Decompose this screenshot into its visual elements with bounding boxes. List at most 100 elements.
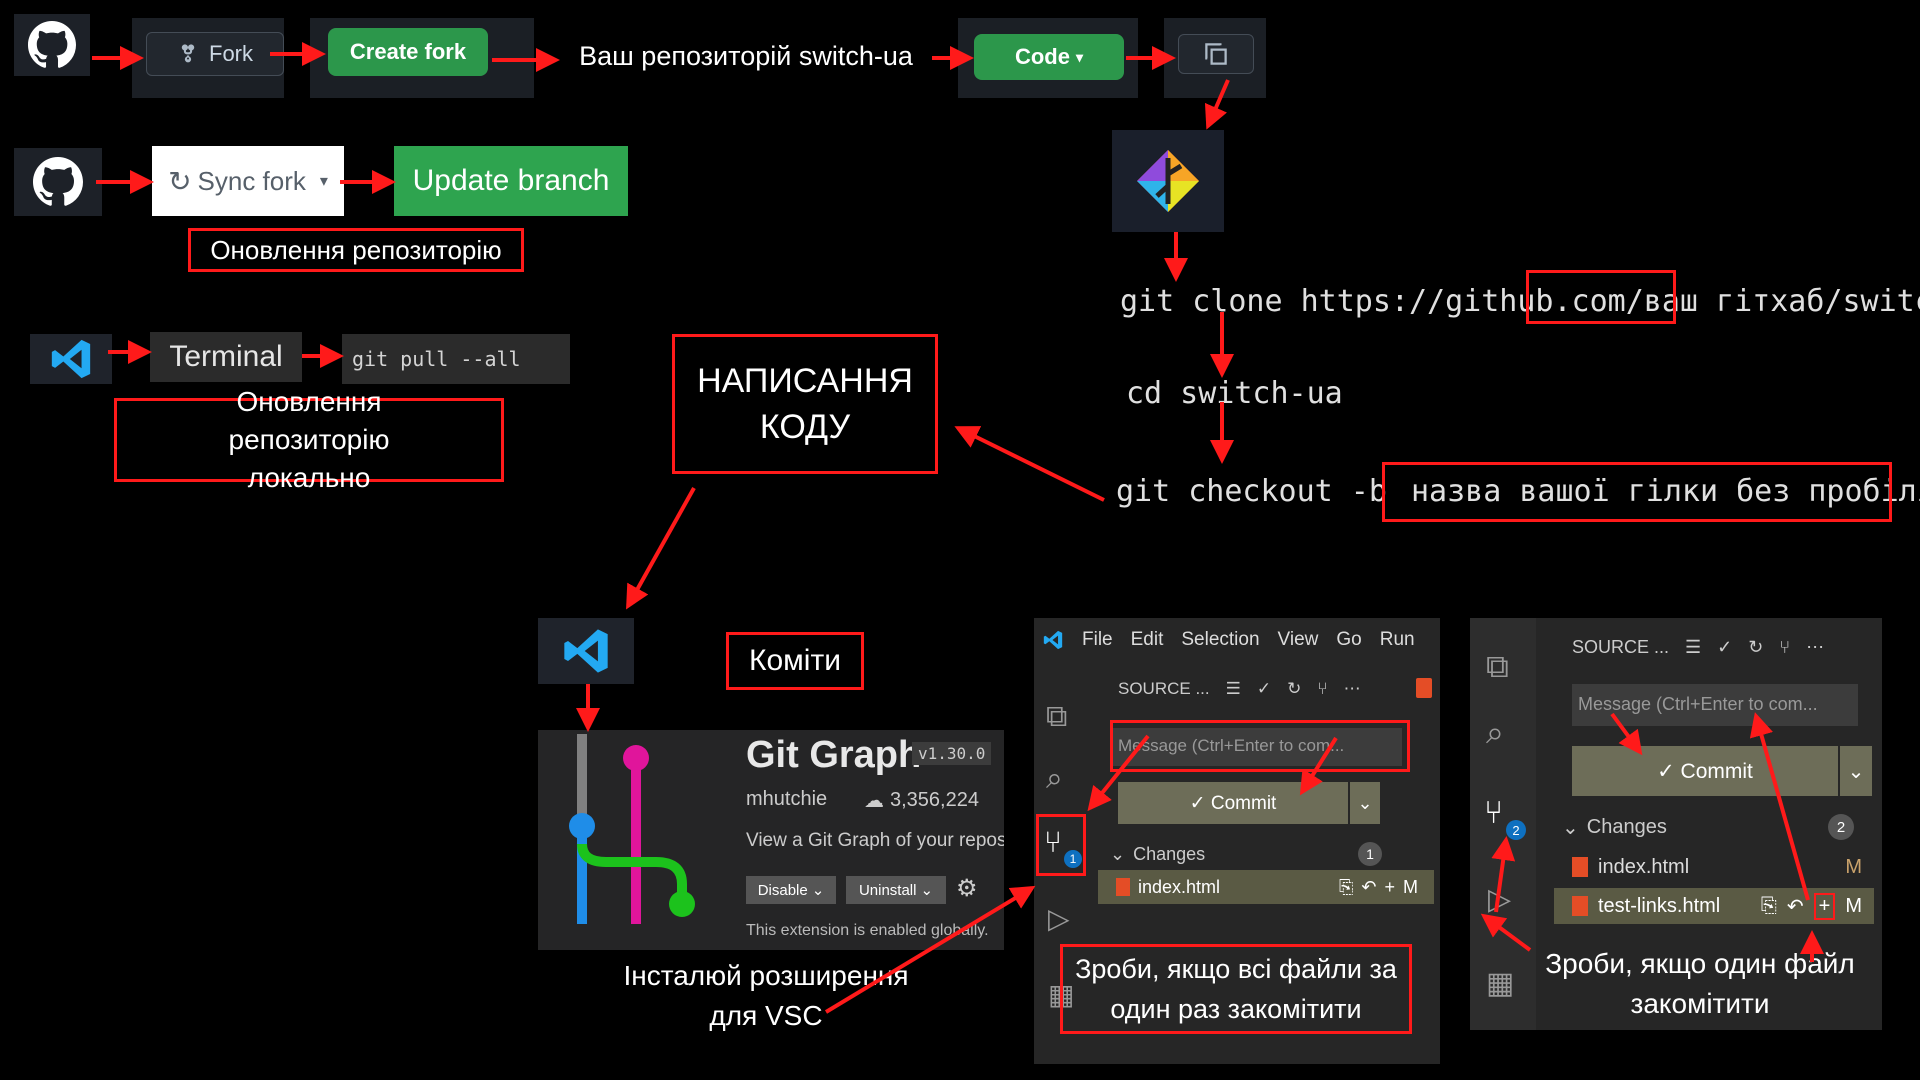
file-status: M — [1845, 855, 1862, 878]
cloud-download-icon: ☁ — [864, 790, 884, 812]
copy-icon — [1205, 43, 1227, 65]
extension-version: v1.30.0 — [912, 742, 992, 765]
source-control-title: SOURCE ... — [1118, 679, 1210, 698]
create-fork-button[interactable]: Create fork — [328, 28, 488, 76]
branch-name-highlight — [1382, 462, 1892, 522]
commit-message-input[interactable]: Message (Ctrl+Enter to com... — [1572, 684, 1858, 726]
update-repo-local-caption: Оновлення репозиторію локально — [114, 386, 504, 493]
update-repo-caption: Оновлення репозиторію — [188, 228, 524, 272]
extension-author: mhutchie — [746, 788, 828, 810]
extension-description: View a Git Graph of your reposi — [746, 830, 1004, 851]
disable-button[interactable]: Disable ⌄ — [746, 876, 836, 904]
explorer-icon[interactable]: ⧉ — [1486, 648, 1509, 686]
discard-icon[interactable]: ↶ — [1787, 894, 1804, 919]
menu-go[interactable]: Go — [1336, 629, 1361, 651]
extensions-icon[interactable]: ▦ — [1486, 966, 1514, 1001]
refresh-icon[interactable]: ↻ — [1287, 679, 1301, 699]
install-extension-caption: Інсталюй розширення для VSC — [623, 960, 909, 1031]
source-control-icon[interactable]: ⑂ — [1484, 794, 1503, 831]
menu-selection[interactable]: Selection — [1181, 629, 1259, 651]
update-branch-button[interactable]: Update branch — [394, 146, 628, 216]
uninstall-button[interactable]: Uninstall ⌄ — [846, 876, 946, 904]
commit-dropdown-icon[interactable]: ⌄ — [1350, 782, 1380, 824]
github-logo-tile-2 — [14, 148, 102, 216]
commit-one-caption: Зроби, якщо один файл закомітити — [1545, 948, 1855, 1019]
changes-label: Changes — [1586, 815, 1667, 838]
more-icon[interactable]: ⋯ — [1344, 679, 1361, 699]
file-row-index[interactable]: index.html M — [1554, 850, 1874, 884]
search-icon[interactable]: ⌕ — [1486, 714, 1504, 752]
arrow — [626, 487, 696, 610]
installs-count: 3,356,224 — [890, 789, 979, 811]
commits-label: Коміти — [726, 632, 864, 690]
html5-icon — [1572, 857, 1588, 877]
file-status: M — [1845, 894, 1862, 917]
fork-button[interactable]: Fork — [146, 32, 284, 76]
run-debug-icon[interactable]: ▷ — [1488, 882, 1511, 917]
open-file-icon[interactable]: ⎘ — [1339, 877, 1353, 898]
caret-down-icon: ▾ — [319, 173, 328, 190]
html5-icon — [1572, 896, 1588, 916]
commit-button[interactable]: ✓ Commit — [1572, 746, 1838, 796]
extension-title: Git Graph — [746, 734, 922, 776]
git-pull-text: git pull --all — [352, 347, 521, 371]
menu-file[interactable]: File — [1082, 629, 1113, 651]
fork-icon — [181, 44, 195, 63]
code-button[interactable]: Code ▾ — [974, 34, 1124, 80]
changes-header[interactable]: ⌄ Changes — [1562, 812, 1862, 842]
cd-command: cd switch-ua — [1126, 376, 1343, 411]
file-row-test-links[interactable]: test-links.html ⎘ ↶ + M — [1554, 888, 1874, 924]
git-logo-tile — [1112, 130, 1224, 232]
html5-icon — [1416, 678, 1432, 698]
check-icon[interactable]: ✓ — [1717, 637, 1732, 658]
check-icon[interactable]: ✓ — [1257, 679, 1271, 699]
git-clone-command: git clone https://github.com/ваш гітхаб/… — [1120, 284, 1920, 332]
git-app-icon — [1137, 150, 1199, 212]
stage-plus-icon[interactable]: + — [1813, 892, 1836, 920]
extension-installs: ☁ 3,356,224 — [864, 788, 979, 813]
menu-run[interactable]: Run — [1380, 629, 1415, 651]
changes-count-badge: 2 — [1828, 814, 1854, 840]
git-graph-logo-icon — [569, 734, 695, 924]
source-control-header: SOURCE ... ☰ ✓ ↻ ⑂ ⋯ — [1118, 674, 1418, 704]
copy-button[interactable] — [1178, 34, 1254, 74]
repo-text: Ваш репозиторій switch-ua — [579, 40, 913, 71]
discard-icon[interactable]: ↶ — [1361, 877, 1376, 898]
chevron-down-icon: ⌄ — [1110, 843, 1126, 864]
git-graph-extension-card: Git Graph v1.30.0 mhutchie ☁ 3,356,224 V… — [538, 730, 1004, 950]
arrow — [954, 426, 1105, 502]
extension-status: This extension is enabled globally. — [746, 922, 989, 939]
source-control-title: SOURCE ... — [1572, 636, 1670, 657]
github-icon — [28, 21, 76, 68]
search-icon[interactable]: ⌕ — [1046, 762, 1063, 796]
more-icon[interactable]: ⋯ — [1806, 637, 1824, 658]
menu-edit[interactable]: Edit — [1131, 629, 1164, 651]
code-label: Code — [1014, 44, 1070, 69]
vscode-logo-tile-2 — [538, 618, 634, 684]
disable-label: Disable — [757, 881, 808, 899]
gear-icon[interactable]: ⚙ — [956, 874, 978, 903]
terminal-tab[interactable]: Terminal — [150, 332, 302, 382]
branch-icon[interactable]: ⑂ — [1779, 637, 1790, 658]
view-as-tree-icon[interactable]: ☰ — [1226, 679, 1241, 699]
message-highlight — [1110, 720, 1410, 772]
open-file-icon[interactable]: ⎘ — [1761, 895, 1777, 918]
html5-icon — [1116, 878, 1130, 896]
file-name: index.html — [1138, 876, 1221, 897]
commit-dropdown-icon[interactable]: ⌄ — [1840, 746, 1872, 796]
commit-button[interactable]: ✓ Commit — [1118, 782, 1348, 824]
explorer-icon[interactable]: ⧉ — [1046, 700, 1067, 734]
sync-fork-button[interactable]: ↻ Sync fork ▾ — [152, 146, 344, 216]
stage-plus-icon[interactable]: + — [1384, 877, 1395, 898]
file-status: M — [1403, 876, 1418, 897]
file-name: index.html — [1598, 855, 1690, 878]
file-name: test-links.html — [1598, 894, 1721, 917]
view-as-tree-icon[interactable]: ☰ — [1685, 637, 1701, 658]
branch-icon[interactable]: ⑂ — [1317, 679, 1327, 699]
file-row-index[interactable]: index.html ⎘ ↶ + M — [1098, 870, 1434, 904]
menu-view[interactable]: View — [1278, 629, 1319, 651]
github-user-highlight — [1526, 270, 1676, 324]
run-debug-icon[interactable]: ▷ — [1048, 902, 1070, 935]
refresh-icon[interactable]: ↻ — [1748, 637, 1763, 658]
commit-all-caption: Зроби, якщо всі файли за один раз закомі… — [1060, 944, 1412, 1034]
